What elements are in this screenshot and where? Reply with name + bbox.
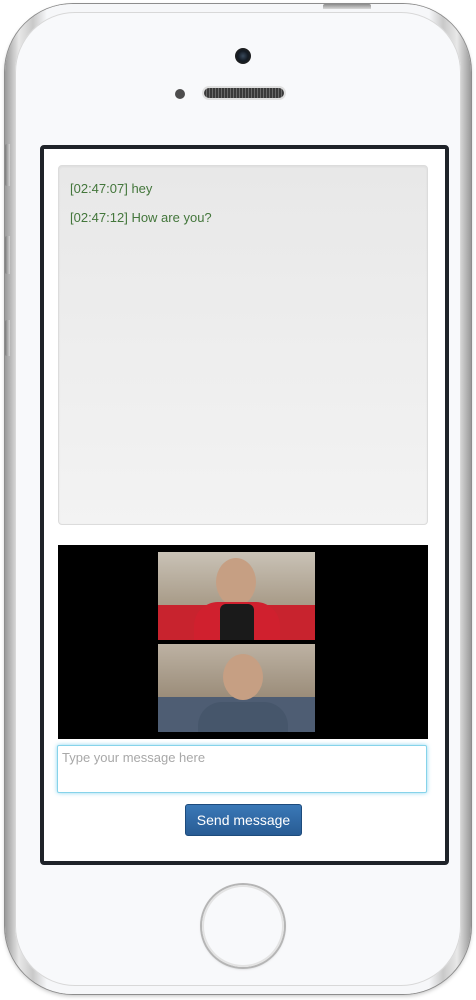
remote-person-face	[216, 558, 256, 606]
earpiece-speaker-icon	[204, 88, 284, 98]
video-panel	[58, 545, 428, 739]
volume-up-button	[5, 236, 10, 274]
front-camera-icon	[235, 48, 251, 64]
proximity-sensor-icon	[175, 89, 185, 99]
remote-video[interactable]	[158, 552, 315, 640]
send-message-button[interactable]: Send message	[185, 804, 302, 836]
remote-person-shirt	[220, 604, 254, 640]
power-button	[323, 4, 371, 9]
phone-screen: [02:47:07] hey [02:47:12] How are you? S…	[40, 145, 449, 865]
volume-down-button	[5, 320, 10, 356]
chat-message: [02:47:07] hey	[70, 181, 153, 196]
local-person-face	[223, 654, 263, 700]
chat-log[interactable]: [02:47:07] hey [02:47:12] How are you?	[58, 165, 428, 525]
local-person-body	[198, 702, 288, 732]
phone-frame: [02:47:07] hey [02:47:12] How are you? S…	[5, 4, 471, 994]
message-input[interactable]	[57, 745, 427, 793]
chat-message: [02:47:12] How are you?	[70, 210, 212, 225]
mute-switch	[5, 144, 10, 186]
local-video[interactable]	[158, 644, 315, 732]
home-button	[202, 885, 284, 967]
